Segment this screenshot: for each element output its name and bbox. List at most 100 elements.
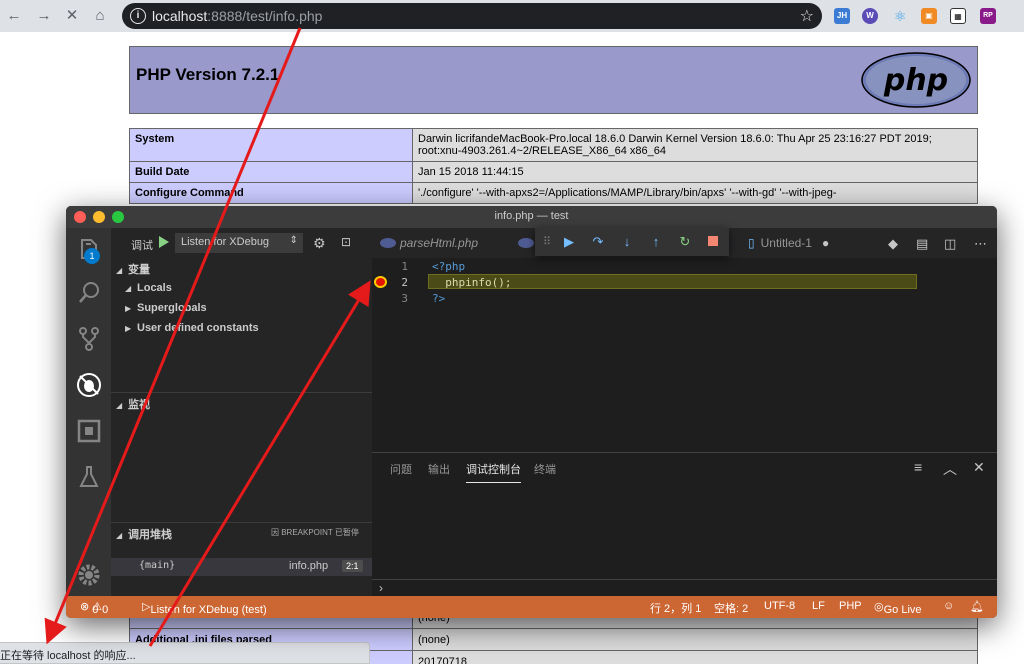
tab-output[interactable]: 输出 xyxy=(428,461,450,477)
unsaved-dot-icon: ● xyxy=(821,236,830,250)
settings-gear-icon[interactable] xyxy=(76,562,102,588)
tab-terminal[interactable]: 终端 xyxy=(534,461,556,477)
variables-section-header[interactable]: ◢ 变量 xyxy=(111,258,372,278)
editor-area: parseHtml.php ⠿ ▶ ↷ ↓ ↑ ↻ ▯ Untitled-1 ● ◆… xyxy=(372,228,997,596)
home-icon[interactable]: ⌂ xyxy=(90,6,110,26)
source-control-icon[interactable] xyxy=(76,326,102,352)
extension-orange-icon[interactable]: ▣ xyxy=(921,8,937,24)
tab-problems[interactable]: 问题 xyxy=(390,461,412,477)
extension-qr-icon[interactable]: ▦ xyxy=(950,8,966,24)
close-panel-icon[interactable]: ✕ xyxy=(973,459,985,476)
debug-floating-toolbar: ⠿ ▶ ↷ ↓ ↑ ↻ xyxy=(535,228,729,256)
notifications-bell-icon[interactable]: 🔔︎ xyxy=(970,600,984,613)
debug-label: 调试 xyxy=(131,240,153,252)
split-editor-icon[interactable]: ◫ xyxy=(944,236,956,252)
gear-icon[interactable]: ⚙ xyxy=(313,235,326,252)
watch-section-header[interactable]: ◢ 监视 xyxy=(111,392,372,412)
stop-square-icon xyxy=(708,236,718,246)
encoding-status[interactable]: UTF-8 xyxy=(764,600,795,612)
info-icon[interactable]: i xyxy=(130,8,146,24)
debug-config-value: Listen for XDebug xyxy=(181,236,270,248)
php-logo-icon: php xyxy=(861,52,971,108)
extension-react-icon[interactable]: ⚛ xyxy=(892,8,908,24)
chevron-down-icon: ◢ xyxy=(116,531,123,540)
address-url[interactable]: localhost:8888/test/info.php xyxy=(152,8,322,24)
explorer-badge: 1 xyxy=(84,248,100,264)
breakpoint-paused-label: 因 BREAKPOINT 已暂停 xyxy=(271,528,359,537)
cursor-position-status[interactable]: 行 2，列 1 xyxy=(650,600,701,616)
maximize-panel-icon[interactable]: ︿ xyxy=(943,459,957,479)
line-number: 2 xyxy=(401,276,408,289)
row-key: Build Date xyxy=(129,161,413,183)
step-out-icon[interactable]: ↑ xyxy=(648,234,664,250)
debug-console-icon[interactable]: ⊡ xyxy=(341,235,351,249)
bottom-panel: 问题 输出 调试控制台 终端 ≡ ︿ ✕ › xyxy=(372,452,997,596)
indentation-status[interactable]: 空格: 2 xyxy=(714,600,748,616)
restart-icon[interactable]: ↻ xyxy=(677,234,693,250)
problems-status[interactable]: ⊗ 0 ⚠ 0 xyxy=(80,600,108,616)
debug-config-select[interactable]: Listen for XDebug ⇕ xyxy=(175,233,303,253)
window-titlebar: info.php — test xyxy=(66,206,997,228)
row-key: Configure Command xyxy=(129,182,413,204)
tree-item-superglobals[interactable]: ▶ Superglobals xyxy=(125,302,207,314)
debug-toolbar: 调试 Listen for XDebug ⇕ ⚙ ⊡ xyxy=(111,228,372,258)
search-icon[interactable] xyxy=(76,280,102,306)
frame-position: 2:1 xyxy=(342,560,363,572)
address-bar[interactable]: i localhost:8888/test/info.php ☆ xyxy=(122,3,822,29)
start-debug-icon[interactable] xyxy=(159,236,169,248)
vscode-window: info.php — test 1 调试 Listen for XDebug ⇕… xyxy=(66,206,997,618)
stop-debug-icon[interactable] xyxy=(705,234,721,250)
continue-icon[interactable]: ▶ xyxy=(561,234,577,250)
tree-item-locals[interactable]: ◢ Locals xyxy=(125,282,172,294)
step-into-icon[interactable]: ↓ xyxy=(619,234,635,250)
drag-handle-icon[interactable]: ⠿ xyxy=(539,234,555,250)
eol-status[interactable]: LF xyxy=(812,600,825,612)
debug-icon[interactable] xyxy=(76,372,102,398)
tab-untitled[interactable]: ▯ Untitled-1 ● xyxy=(748,228,829,258)
tree-item-user-constants[interactable]: ▶ User defined constants xyxy=(125,322,259,334)
golive-status[interactable]: ◎ Go Live xyxy=(874,600,922,616)
table-row: Configure Command './configure' '--with-… xyxy=(129,182,978,204)
code-editor[interactable]: 1 2 3 <?php phpinfo(); ?> xyxy=(372,258,997,450)
code-line: ?> xyxy=(432,292,446,305)
debug-repl-input[interactable]: › xyxy=(372,579,997,597)
extension-rp-icon[interactable]: RP xyxy=(980,8,996,24)
clear-console-icon[interactable]: ≡ xyxy=(914,459,922,475)
back-icon[interactable]: ← xyxy=(4,6,24,26)
chevron-right-icon: ▶ xyxy=(125,324,132,333)
row-key: System xyxy=(129,128,413,162)
table-row: System Darwin licrifandeMacBook-Pro.loca… xyxy=(129,128,978,162)
more-actions-icon[interactable]: ⋯ xyxy=(974,236,987,252)
tab-debug-console[interactable]: 调试控制台 xyxy=(466,461,521,483)
open-changes-icon[interactable]: ◆ xyxy=(888,236,898,252)
test-flask-icon[interactable] xyxy=(76,464,102,490)
extensions-icon[interactable] xyxy=(76,418,102,444)
frame-function: {main} xyxy=(139,560,176,571)
step-over-icon[interactable]: ↷ xyxy=(590,234,606,250)
callstack-section-header[interactable]: ◢ 调用堆栈 因 BREAKPOINT 已暂停 xyxy=(111,522,372,542)
forward-icon[interactable]: → xyxy=(34,6,54,26)
frame-file: info.php xyxy=(289,560,329,572)
open-preview-icon[interactable]: ▤ xyxy=(916,236,928,252)
stop-icon[interactable]: ✕ xyxy=(62,6,82,26)
line-number: 3 xyxy=(401,292,408,305)
debug-sidebar: 调试 Listen for XDebug ⇕ ⚙ ⊡ ◢ 变量 ◢ Locals ▶… xyxy=(111,228,372,596)
feedback-smiley-icon[interactable]: ☺ xyxy=(943,600,954,612)
browser-status-bubble: 正在等待 localhost 的响应... xyxy=(0,642,370,664)
php-version-title: PHP Version 7.2.1 xyxy=(136,65,280,84)
table-row: Build Date Jan 15 2018 11:44:15 xyxy=(129,161,978,183)
row-value: 20170718 xyxy=(412,650,978,664)
language-status[interactable]: PHP xyxy=(839,600,862,612)
row-value: Jan 15 2018 11:44:15 xyxy=(412,161,978,183)
window-title: info.php — test xyxy=(494,210,569,222)
callstack-frame[interactable]: {main} info.php 2:1 xyxy=(111,558,372,576)
tab-parsehtml[interactable]: parseHtml.php xyxy=(380,228,478,258)
phpinfo-table: System Darwin licrifandeMacBook-Pro.loca… xyxy=(129,128,978,204)
debug-session-status[interactable]: ▷ Listen for XDebug (test) xyxy=(142,600,267,616)
code-line: <?php xyxy=(432,260,466,273)
bookmark-star-icon[interactable]: ☆ xyxy=(800,6,814,26)
row-value: (none) xyxy=(412,628,978,651)
chevron-down-icon: ◢ xyxy=(125,284,132,293)
extension-jh-icon[interactable]: JH xyxy=(834,8,850,24)
extension-w-icon[interactable]: W xyxy=(862,8,878,24)
